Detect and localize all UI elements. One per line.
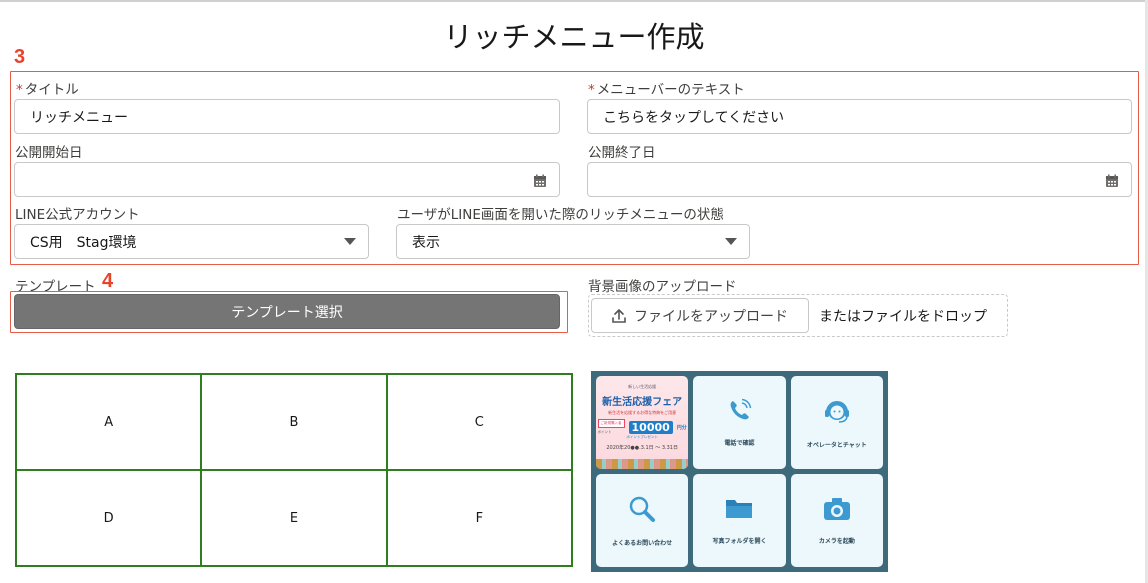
magnifier-icon [629, 496, 656, 522]
menu-state-selected-value: 表示 [412, 234, 440, 251]
menubar-text-input[interactable]: こちらをタップしてください [587, 99, 1132, 134]
template-cell-c[interactable]: C [386, 374, 572, 470]
template-cell-b[interactable]: B [201, 374, 387, 470]
calendar-icon[interactable] [1105, 174, 1119, 188]
upload-icon [612, 308, 626, 323]
end-date-input[interactable] [587, 162, 1132, 197]
menubar-text-label: * メニューバーのテキスト [588, 82, 745, 98]
template-select-button[interactable]: テンプレート選択 [14, 294, 560, 329]
line-account-label: LINE公式アカウント [15, 207, 140, 223]
headset-icon [824, 401, 849, 423]
template-cell-e[interactable]: E [201, 470, 387, 566]
chevron-down-icon [344, 238, 356, 245]
camera-icon [823, 498, 850, 520]
line-account-select[interactable]: CS用 Stag環境 [14, 224, 369, 259]
banner-title: 新生活応援フェア [602, 397, 683, 408]
preview-tile-camera: カメラを起動 [790, 474, 883, 567]
window-top-border [0, 0, 1148, 2]
start-date-label: 公開開始日 [15, 145, 83, 161]
banner-town-illustration [596, 459, 689, 469]
preview-tile-phone: 電話で確認 [693, 376, 786, 469]
line-account-selected-value: CS用 Stag環境 [30, 234, 137, 251]
template-grid: A B C D E F [15, 373, 573, 567]
page-title: リッチメニュー作成 [443, 20, 705, 54]
template-cell-a[interactable]: A [16, 374, 202, 470]
folder-icon [726, 500, 753, 518]
phone-icon [731, 398, 752, 420]
menu-state-select[interactable]: 表示 [396, 224, 750, 259]
chevron-down-icon [725, 238, 737, 245]
banner-amount: 10000 [628, 420, 673, 434]
template-cell-f[interactable]: F [386, 470, 572, 566]
preview-banner-tile: 新しい生活応援 新生活応援フェア 新生活を応援するお得な特典をご用意 ご新規購入… [596, 376, 689, 469]
annotation-3: 3 [14, 46, 26, 68]
menu-state-label: ユーザがLINE画面を開いた際のリッチメニューの状態 [397, 207, 724, 223]
rich-menu-preview: 新しい生活応援 新生活応援フェア 新生活を応援するお得な特典をご用意 ご新規購入… [591, 371, 888, 572]
end-date-label: 公開終了日 [588, 145, 656, 161]
menubar-text-input-value: こちらをタップしてください [603, 109, 785, 126]
preview-tile-chat: オペレータとチャット [790, 376, 883, 469]
upload-file-button[interactable]: ファイルをアップロード [591, 298, 809, 333]
title-input-value: リッチメニュー [30, 109, 128, 126]
title-label: * タイトル [16, 82, 79, 98]
title-input[interactable]: リッチメニュー [14, 99, 560, 134]
preview-tile-folder: 写真フォルダを開く [693, 474, 786, 567]
template-cell-d[interactable]: D [16, 470, 202, 566]
calendar-icon[interactable] [533, 174, 547, 188]
annotation-4: 4 [102, 270, 114, 292]
preview-tile-faq: よくあるお問い合わせ [596, 474, 689, 567]
drop-file-text: またはファイルをドロップ [819, 309, 987, 325]
start-date-input[interactable] [14, 162, 560, 197]
background-upload-label: 背景画像のアップロード [588, 279, 737, 295]
